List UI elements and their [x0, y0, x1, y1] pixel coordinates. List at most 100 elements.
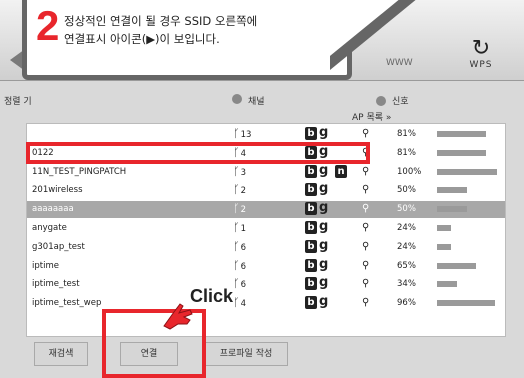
signal-bar	[437, 131, 486, 137]
wps-icon: ↻	[471, 36, 491, 61]
channel-header[interactable]: 채널	[248, 94, 265, 107]
signal-percent: 50%	[397, 185, 416, 196]
channel-icon: ᚴ	[233, 239, 240, 253]
ssid: aaaaaaaa	[32, 204, 74, 215]
channel: ᚴ6	[233, 240, 246, 253]
wps-label: WPS	[469, 60, 493, 70]
channel: ᚴ6	[233, 277, 246, 290]
mode-g-badge: g	[319, 181, 329, 197]
ssid: 201wireless	[32, 185, 83, 196]
lock-icon: ⚲	[362, 259, 370, 271]
mode-g-badge: g	[319, 219, 329, 234]
ssid: g301ap_test	[32, 241, 85, 252]
channel-number: 6	[240, 242, 247, 253]
button-bar: 재검색 연결 프로파일 작성	[26, 338, 504, 368]
mode-b-badge: b	[305, 258, 317, 272]
channel-icon: ᚴ	[233, 183, 240, 197]
ap-list-label[interactable]: AP 목록 »	[352, 110, 391, 123]
mode-b-badge: b	[305, 202, 317, 216]
pointing-hand-icon	[163, 303, 193, 330]
lock-icon: ⚲	[362, 165, 370, 177]
signal-bar	[437, 149, 486, 156]
mode-b-badge: b	[305, 183, 317, 197]
channel-icon: ᚴ	[233, 277, 240, 291]
mode-g-badge: g	[319, 125, 329, 140]
lock-icon: ⚲	[362, 222, 370, 233]
mode-b-badge: b	[305, 221, 317, 234]
list-header: 정렬 기 채널 신호 AP 목록 »	[0, 84, 524, 123]
callout-tail-inner	[325, 0, 401, 60]
ap-row[interactable]: ᚴ13 b g ⚲ 81%	[27, 125, 505, 143]
channel: ᚴ6	[233, 259, 246, 272]
signal-bar	[437, 206, 467, 213]
ssid: iptime_test_wep	[32, 298, 102, 309]
mode-g-badge: g	[319, 256, 329, 272]
mode-b-badge: b	[305, 296, 317, 310]
channel-number: 2	[240, 205, 247, 216]
callout-line-1: 정상적인 연결이 될 경우 SSID 오른쪽에	[64, 14, 258, 28]
channel-dot-icon	[232, 94, 242, 104]
channel-number: 6	[240, 261, 247, 272]
ap-row[interactable]: 201wireless ᚴ2 b g ⚲ 50%	[27, 181, 505, 199]
ap-row[interactable]: iptime_test_wep ᚴ4 b g ⚲ 96%	[27, 294, 505, 312]
signal-header[interactable]: 신호	[392, 94, 409, 107]
channel-icon: ᚴ	[233, 296, 240, 310]
mode-b-badge: b	[305, 277, 317, 291]
signal-percent: 24%	[397, 241, 416, 252]
signal-dot-icon	[376, 96, 386, 106]
connected-row-highlight	[26, 142, 370, 164]
channel: ᚴ2	[233, 183, 246, 196]
signal-percent: 81%	[397, 147, 416, 158]
channel-number: 6	[240, 280, 247, 291]
mode-g-badge: g	[319, 237, 329, 253]
lock-icon: ⚲	[362, 128, 370, 139]
signal-bar	[437, 243, 451, 250]
channel-number: 3	[240, 167, 247, 178]
ap-row[interactable]: g301ap_test ᚴ6 b g ⚲ 24%	[27, 237, 505, 256]
ssid: iptime	[32, 260, 59, 271]
channel-number: 13	[240, 130, 252, 140]
signal-percent: 50%	[397, 204, 416, 215]
channel-icon: ᚴ	[233, 164, 240, 178]
sort-label[interactable]: 정렬 기	[4, 94, 32, 107]
mode-g-badge: g	[319, 294, 329, 310]
channel: ᚴ4	[233, 296, 246, 309]
channel-icon: ᚴ	[233, 127, 240, 140]
signal-percent: 81%	[397, 129, 416, 139]
ap-row[interactable]: aaaaaaaa ᚴ2 b g ⚲ 50%	[27, 200, 505, 219]
ssid: iptime_test	[32, 279, 80, 290]
channel-icon: ᚴ	[233, 258, 240, 272]
signal-percent: 65%	[397, 260, 416, 271]
mode-g-badge: g	[319, 162, 329, 178]
callout-line-2: 연결표시 아이콘(▶)이 보입니다.	[64, 32, 220, 46]
mode-b-badge: b	[305, 164, 317, 178]
channel-number: 2	[240, 186, 247, 197]
mode-b-badge: b	[305, 127, 317, 140]
step-number: 2	[36, 2, 60, 49]
signal-bar	[437, 262, 476, 269]
lock-icon: ⚲	[362, 184, 370, 196]
ap-row[interactable]: anygate ᚴ1 b g ⚲ 24%	[27, 219, 505, 237]
signal-percent: 96%	[397, 298, 416, 309]
signal-bar	[437, 168, 497, 175]
mode-g-badge: g	[319, 275, 329, 291]
signal-percent: 24%	[397, 223, 416, 233]
wps-button[interactable]: ↻ WPS	[458, 38, 504, 76]
channel: ᚴ2	[233, 202, 246, 215]
mode-g-badge: g	[319, 200, 329, 216]
rescan-button[interactable]: 재검색	[34, 342, 88, 366]
mode-b-badge: b	[305, 239, 317, 253]
channel: ᚴ1	[233, 221, 246, 234]
create-profile-button[interactable]: 프로파일 작성	[204, 342, 288, 366]
ssid: 11N_TEST_PINGPATCH	[32, 166, 127, 177]
callout-text: 정상적인 연결이 될 경우 SSID 오른쪽에 연결표시 아이콘(▶)이 보입니…	[64, 12, 257, 48]
ap-row[interactable]: iptime_test ᚴ6 b g ⚲ 34%	[27, 275, 505, 293]
channel-icon: ᚴ	[233, 202, 240, 216]
signal-bar	[437, 281, 457, 288]
signal-bar	[437, 300, 495, 307]
mode-n-badge: n	[335, 164, 347, 178]
ap-row[interactable]: iptime ᚴ6 b g ⚲ 65%	[27, 256, 505, 275]
ap-row[interactable]: 11N_TEST_PINGPATCH ᚴ3 b g n ⚲ 100%	[27, 162, 505, 181]
channel: ᚴ3	[233, 165, 246, 178]
ssid: anygate	[32, 223, 67, 233]
